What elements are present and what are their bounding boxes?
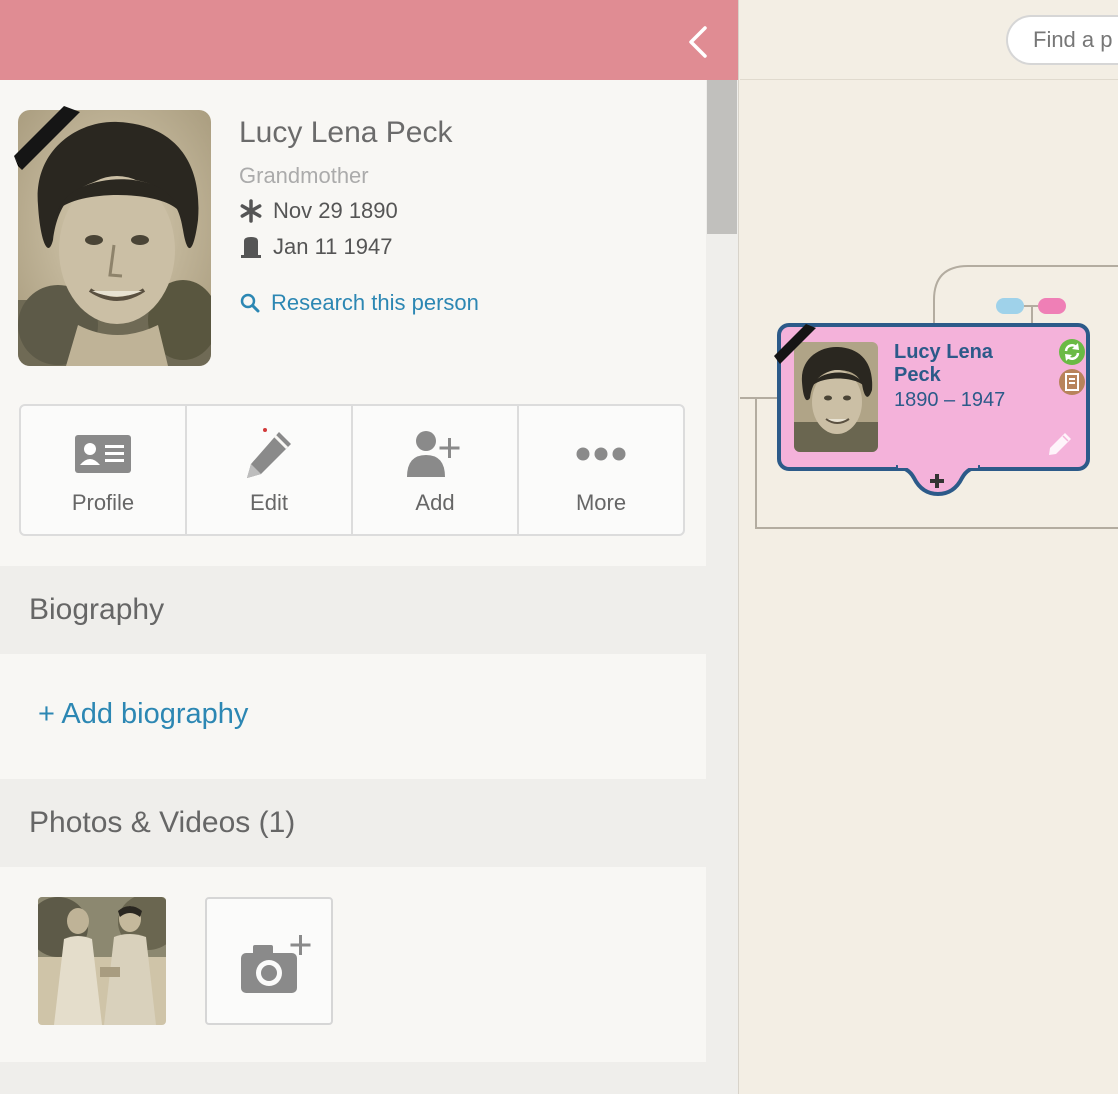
more-button-label: More	[575, 490, 627, 515]
card-pointer[interactable]	[894, 464, 982, 498]
card-edit-pencil-icon[interactable]	[1046, 430, 1074, 458]
add-biography-link[interactable]: + Add biography	[38, 698, 248, 731]
profile-button-label: Profile	[71, 490, 135, 515]
action-bar: Profile Edit Add More	[19, 404, 685, 536]
panel-header	[0, 0, 738, 80]
profile-panel: Lucy Lena Peck Grandmother Nov 29 1890 J…	[0, 0, 739, 1094]
more-button[interactable]: More	[519, 406, 683, 534]
profile-card-icon	[75, 435, 131, 473]
person-relation: Grandmother	[239, 163, 369, 188]
next-section-header	[0, 1062, 706, 1094]
person-name: Lucy Lena Peck	[239, 116, 453, 149]
more-dots-icon	[576, 447, 626, 461]
search-icon	[240, 293, 260, 313]
add-button-label: Add	[415, 490, 455, 515]
research-link-label: Research this person	[271, 290, 479, 315]
chevron-left-icon	[689, 26, 707, 58]
profile-button[interactable]: Profile	[21, 406, 187, 534]
photos-videos-header: Photos & Videos (1)	[0, 779, 706, 867]
mourning-ribbon-icon	[14, 106, 80, 170]
scrollbar-thumb[interactable]	[707, 80, 737, 234]
card-person-name: Lucy Lena Peck	[894, 341, 993, 386]
tombstone-icon	[241, 237, 261, 258]
edit-button-label: Edit	[250, 490, 288, 515]
death-date-row: Jan 11 1947	[239, 234, 392, 260]
collapse-panel-button[interactable]	[681, 22, 717, 62]
add-photo-button[interactable]	[205, 897, 333, 1025]
couple-photo-image	[38, 897, 166, 1025]
death-date: Jan 11 1947	[273, 234, 393, 259]
document-record-icon[interactable]	[1058, 368, 1086, 396]
parents-indicator-icon[interactable]	[994, 296, 1068, 318]
edit-button[interactable]: Edit	[187, 406, 353, 534]
birth-date: Nov 29 1890	[273, 198, 398, 223]
birth-asterisk-icon	[240, 199, 262, 223]
add-camera-icon	[241, 935, 311, 993]
find-person-input[interactable]	[1006, 15, 1118, 65]
biography-header: Biography	[0, 566, 706, 654]
research-person-link[interactable]: Research this person	[239, 290, 479, 316]
pencil-icon	[247, 428, 291, 478]
add-person-icon	[407, 431, 460, 477]
photo-thumbnail[interactable]	[38, 897, 166, 1025]
add-button[interactable]: Add	[353, 406, 519, 534]
card-mourning-ribbon-icon	[774, 324, 816, 364]
record-hints-icon[interactable]	[1058, 338, 1086, 366]
card-person-dates: 1890 – 1947	[894, 389, 1006, 411]
birth-date-row: Nov 29 1890	[239, 198, 398, 224]
